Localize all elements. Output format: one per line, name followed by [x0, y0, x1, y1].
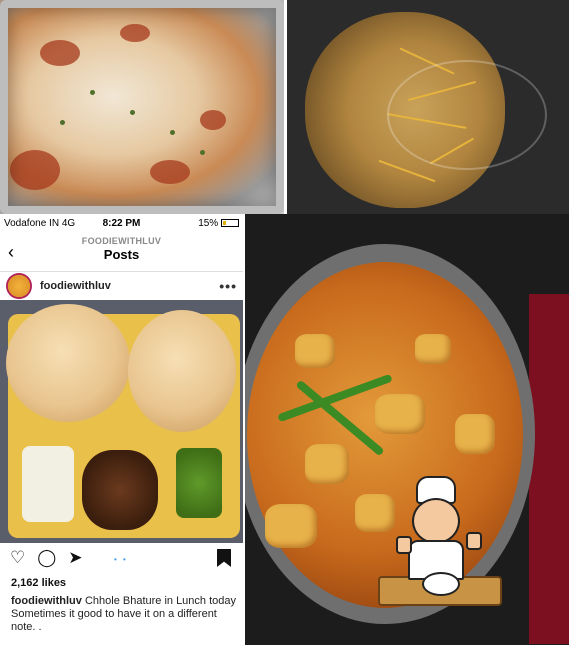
status-bar: Vodafone IN 4G 8:22 PM 15% [0, 214, 243, 232]
send-icon[interactable]: ➤ [68, 548, 82, 568]
avatar[interactable] [6, 273, 32, 299]
heart-icon[interactable]: ♡ [10, 548, 25, 568]
username[interactable]: foodiewithluv [40, 280, 219, 292]
post-image [0, 300, 243, 543]
post-header: foodiewithluv ••• [0, 272, 243, 300]
photo-dish-container [287, 0, 569, 214]
network-type: 4G [61, 217, 76, 229]
post-caption: foodiewithluv Chhole Bhature in Lunch to… [11, 595, 237, 634]
bhatura-right [128, 310, 236, 432]
likes-count[interactable]: 2,162 likes [11, 577, 66, 589]
profile-overline: FOODIEWITHLUV [81, 236, 162, 246]
instagram-post-screenshot: Vodafone IN 4G 8:22 PM 15% ‹ FOODIEWITHL… [0, 214, 243, 645]
caption-author[interactable]: foodiewithluv [11, 595, 82, 607]
nav-bar: ‹ FOODIEWITHLUV Posts [0, 232, 243, 272]
chutney-compartment [176, 448, 222, 518]
salad-compartment [22, 446, 74, 522]
caption-text: Chhole Bhature in Lunch today [84, 595, 237, 607]
chef-thumbs-up-icon [378, 476, 502, 606]
more-dots-icon[interactable]: ••• [219, 278, 237, 294]
page-title: Posts [103, 247, 140, 262]
caption-line2: Sometimes it good to have it on a differ… [11, 608, 217, 633]
clock: 8:22 PM [102, 217, 141, 229]
carrier-name: Vodafone IN [4, 217, 60, 229]
carousel-dots: • • [114, 555, 128, 564]
bhatura-left [6, 304, 130, 422]
battery-icon [220, 218, 239, 227]
comment-icon[interactable]: ◯ [37, 548, 56, 568]
chole-compartment [82, 450, 158, 530]
photo-cheesy-tray [0, 0, 284, 214]
battery-percent: 15% [198, 217, 219, 229]
